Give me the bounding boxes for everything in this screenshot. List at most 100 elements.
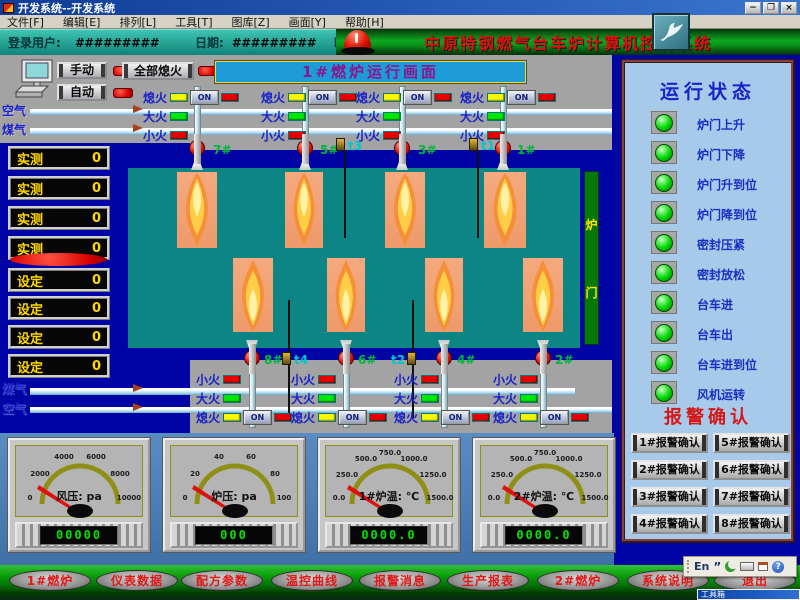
on-button[interactable]: ON bbox=[541, 411, 568, 424]
computer-icon bbox=[12, 58, 58, 104]
burner-control-column-2: 小火 大火 熄火ON bbox=[490, 372, 602, 424]
state-indicator bbox=[434, 93, 452, 102]
state-indicator bbox=[538, 93, 556, 102]
menu-item-screen[interactable]: 画面[Y] bbox=[289, 14, 326, 30]
flameout-label: 熄火 bbox=[391, 409, 418, 426]
setpoint-box[interactable]: 设定0 bbox=[8, 354, 110, 378]
green-lamp-icon bbox=[655, 294, 673, 312]
grip-handle-icon[interactable] bbox=[687, 560, 690, 573]
menu-item-arrange[interactable]: 排列[L] bbox=[119, 14, 156, 30]
alarm-confirm-button-5[interactable]: 5#报警确认 bbox=[713, 433, 790, 453]
on-button[interactable]: ON bbox=[191, 91, 218, 104]
big-fire-indicator bbox=[421, 394, 439, 403]
alarm-confirm-button-8[interactable]: 8#报警确认 bbox=[713, 514, 790, 534]
thermocouple-probe bbox=[477, 151, 479, 238]
language-label[interactable]: En bbox=[694, 560, 709, 573]
toolbar-window-icon[interactable] bbox=[758, 562, 768, 571]
gauge-tick: 6000 bbox=[86, 453, 105, 461]
furnace-door-label: 炉 bbox=[585, 216, 597, 233]
auto-button[interactable]: 自动 bbox=[57, 84, 107, 101]
small-fire-indicator bbox=[170, 131, 188, 140]
burner-id-label: 3# bbox=[418, 143, 436, 157]
status-lamp bbox=[651, 261, 677, 284]
flameout-indicator bbox=[520, 413, 538, 422]
date-label: 日期: bbox=[195, 34, 224, 51]
setpoint-box[interactable]: 设定0 bbox=[8, 296, 110, 320]
alarm-confirm-button-2[interactable]: 2#报警确认 bbox=[631, 460, 708, 480]
air-pipe-label-bottom: 空气 bbox=[2, 400, 26, 417]
measured-box: 实测0 bbox=[8, 176, 110, 200]
on-button[interactable]: ON bbox=[244, 411, 271, 424]
nav-button-alarm-messages[interactable]: 报警消息 bbox=[359, 570, 441, 591]
flame-panel bbox=[385, 172, 425, 248]
big-fire-label: 大火 bbox=[193, 390, 220, 407]
burner-control-column-1: 熄火ON 大火 小火 bbox=[457, 90, 569, 142]
menu-item-library[interactable]: 图库[Z] bbox=[232, 14, 270, 30]
status-item-label: 炉门降到位 bbox=[697, 206, 757, 223]
gauge-tick: 250.0 bbox=[336, 471, 358, 479]
thermocouple-probe bbox=[344, 151, 346, 238]
on-button[interactable]: ON bbox=[309, 91, 336, 104]
setpoint-label: 设定 bbox=[17, 271, 43, 290]
hmi-screen: 开发系统--开发系统 − ❐ × 文件[F] 编辑[E] 排列[L] 工具[T]… bbox=[0, 0, 800, 600]
status-item-label: 炉门升到位 bbox=[697, 176, 757, 193]
punctuation-icon[interactable]: ” bbox=[713, 563, 721, 571]
status-item-label: 密封放松 bbox=[697, 266, 745, 283]
nav-button-temp-curve[interactable]: 温控曲线 bbox=[271, 570, 353, 591]
on-button[interactable]: ON bbox=[508, 91, 535, 104]
small-fire-indicator bbox=[318, 375, 336, 384]
setpoint-label: 设定 bbox=[17, 357, 43, 376]
setpoint-box[interactable]: 设定0 bbox=[8, 268, 110, 292]
menu-item-file[interactable]: 文件[F] bbox=[7, 14, 44, 30]
nav-button-furnace-1[interactable]: 1#燃炉 bbox=[9, 570, 91, 591]
all-flameout-button[interactable]: 全部熄火 bbox=[122, 62, 194, 80]
flameout-label: 熄火 bbox=[353, 89, 380, 106]
menu-item-tools[interactable]: 工具[T] bbox=[175, 14, 212, 30]
nav-button-production-report[interactable]: 生产报表 bbox=[447, 570, 529, 591]
small-fire-label: 小火 bbox=[391, 371, 418, 388]
measured-value: 0 bbox=[92, 241, 101, 256]
maximize-button[interactable]: ❐ bbox=[763, 2, 779, 14]
burner-id-label: 1# bbox=[517, 143, 535, 157]
gas-pipe-label-top: 煤气 bbox=[2, 121, 26, 138]
help-icon[interactable]: ? bbox=[772, 561, 784, 573]
alarm-confirm-button-7[interactable]: 7#报警确认 bbox=[713, 487, 790, 507]
alarm-beacon-icon bbox=[341, 30, 375, 54]
keyboard-icon[interactable] bbox=[740, 562, 754, 571]
gauge-label: 风压: bbox=[56, 490, 82, 503]
toolbox-window[interactable]: 工具箱 bbox=[697, 589, 800, 600]
big-fire-indicator bbox=[318, 394, 336, 403]
setpoint-box[interactable]: 设定0 bbox=[8, 325, 110, 349]
state-indicator bbox=[472, 413, 490, 422]
minimize-button[interactable]: − bbox=[745, 2, 761, 14]
status-lamp bbox=[651, 111, 677, 134]
green-lamp-icon bbox=[655, 384, 673, 402]
status-lamp bbox=[651, 171, 677, 194]
alarm-confirm-button-4[interactable]: 4#报警确认 bbox=[631, 514, 708, 534]
flame-panel bbox=[425, 258, 463, 332]
small-fire-label: 小火 bbox=[193, 371, 220, 388]
flameout-indicator bbox=[487, 93, 505, 102]
gauge-tick: 1250.0 bbox=[419, 471, 446, 479]
alarm-confirm-button-1[interactable]: 1#报警确认 bbox=[631, 433, 708, 453]
manual-button[interactable]: 手动 bbox=[57, 62, 107, 79]
flameout-indicator bbox=[223, 413, 241, 422]
nav-button-instrument-data[interactable]: 仪表数据 bbox=[96, 570, 178, 591]
on-button[interactable]: ON bbox=[339, 411, 366, 424]
softkeyboard-moon-icon[interactable] bbox=[725, 561, 736, 572]
alarm-confirm-button-3[interactable]: 3#报警确认 bbox=[631, 487, 708, 507]
burner-control-column-4: 小火 大火 熄火ON bbox=[391, 372, 503, 424]
small-fire-label: 小火 bbox=[258, 127, 285, 144]
nav-button-furnace-2[interactable]: 2#燃炉 bbox=[537, 570, 619, 591]
flame-panel bbox=[523, 258, 563, 332]
menu-item-edit[interactable]: 编辑[E] bbox=[63, 14, 101, 30]
nav-button-recipe-params[interactable]: 配方参数 bbox=[181, 570, 263, 591]
alarm-confirm-button-6[interactable]: 6#报警确认 bbox=[713, 460, 790, 480]
on-button[interactable]: ON bbox=[404, 91, 431, 104]
app-icon bbox=[3, 3, 14, 13]
close-button[interactable]: × bbox=[781, 2, 797, 14]
on-button[interactable]: ON bbox=[442, 411, 469, 424]
setpoint-value: 0 bbox=[92, 301, 101, 316]
menu-item-help[interactable]: 帮助[H] bbox=[345, 14, 384, 30]
green-lamp-icon bbox=[655, 234, 673, 252]
